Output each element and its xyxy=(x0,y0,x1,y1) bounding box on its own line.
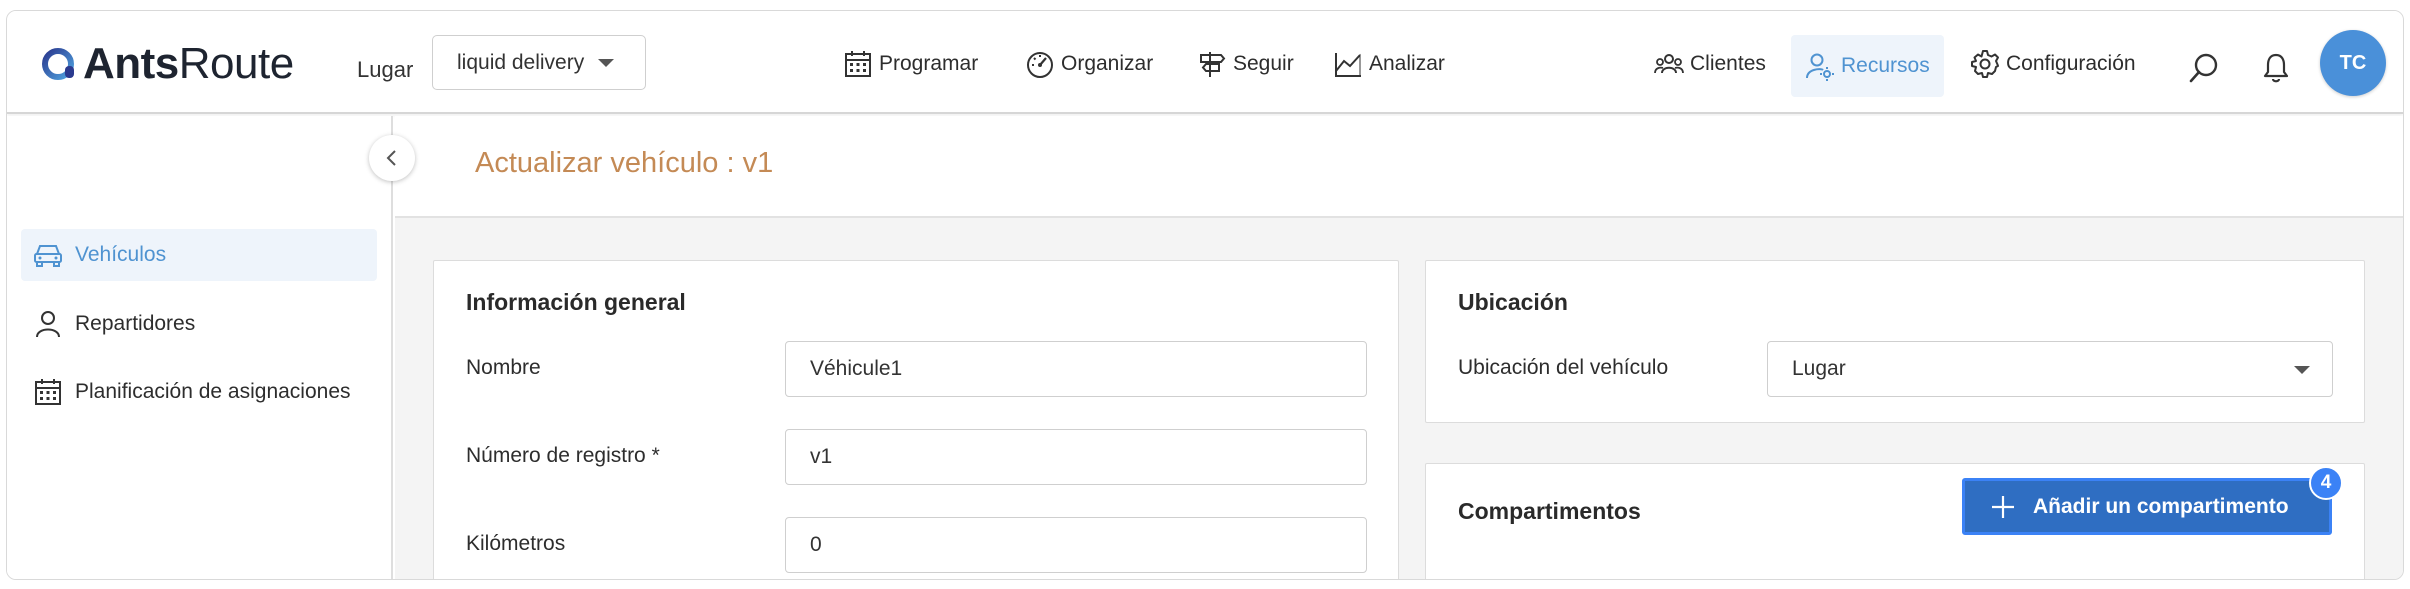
sidebar-item-label: Planificación de asignaciones xyxy=(75,380,351,403)
vehicle-location-value: Lugar xyxy=(1792,357,1846,380)
nav-programar-label: Programar xyxy=(879,52,979,75)
sidebar-item-label: Vehículos xyxy=(75,243,167,266)
sidebar-collapse-button[interactable] xyxy=(369,135,415,181)
calendar-icon xyxy=(35,379,61,405)
name-input[interactable] xyxy=(785,341,1367,397)
nav-clientes-label: Clientes xyxy=(1690,52,1766,75)
sidebar-item-label: Repartidores xyxy=(75,312,196,335)
vehicle-location-label: Ubicación del vehículo xyxy=(1458,356,1669,379)
page-header: Actualizar vehículo : v1 xyxy=(395,116,2403,218)
caret-down-icon xyxy=(2294,366,2310,374)
registration-label: Número de registro * xyxy=(466,444,660,467)
nav-recursos-label: Recursos xyxy=(1841,54,1930,77)
caret-down-icon xyxy=(598,58,615,67)
general-info-title: Información general xyxy=(466,289,686,315)
logo-icon xyxy=(41,46,77,82)
gear-icon xyxy=(1971,50,1999,78)
app-window: AntsRoute Lugar liquid delivery Programa… xyxy=(6,10,2404,580)
user-avatar[interactable]: TC xyxy=(2320,30,2386,96)
logo-text-light: Route xyxy=(178,39,294,88)
nav-organizar-label: Organizar xyxy=(1061,52,1154,75)
location-title: Ubicación xyxy=(1458,289,1568,315)
nav-recursos[interactable]: Recursos xyxy=(1791,35,1944,97)
nav-clientes[interactable]: Clientes xyxy=(1654,49,1766,79)
vehicle-location-select[interactable]: Lugar xyxy=(1767,341,2333,397)
nav-configuracion-label: Configuración xyxy=(2006,52,2136,75)
resources-icon xyxy=(1806,53,1834,81)
general-info-card: Información general Nombre Número de reg… xyxy=(433,260,1399,579)
top-bar: AntsRoute Lugar liquid delivery Programa… xyxy=(7,11,2403,114)
km-input[interactable] xyxy=(785,517,1367,573)
count-badge: 4 xyxy=(2309,466,2343,500)
registration-input[interactable] xyxy=(785,429,1367,485)
calendar-icon xyxy=(845,51,871,77)
page-title: Actualizar vehículo : v1 xyxy=(475,147,774,179)
sidebar: Vehículos Repartidores Planificación de … xyxy=(7,116,393,579)
person-icon xyxy=(36,311,60,338)
compartments-title: Compartimentos xyxy=(1458,498,1641,524)
nav-seguir-label: Seguir xyxy=(1233,52,1294,75)
location-card: Ubicación Ubicación del vehículo Lugar xyxy=(1425,260,2365,423)
name-label: Nombre xyxy=(466,356,541,379)
place-label: Lugar xyxy=(357,57,414,82)
app-logo[interactable]: AntsRoute xyxy=(41,39,294,89)
nav-analizar[interactable]: Analizar xyxy=(1333,49,1445,79)
add-compartment-label: Añadir un compartimento xyxy=(2033,494,2289,518)
km-label: Kilómetros xyxy=(466,532,566,555)
chevron-left-icon xyxy=(386,150,396,166)
nav-seguir[interactable]: Seguir xyxy=(1197,49,1294,79)
nav-organizar[interactable]: Organizar xyxy=(1025,49,1153,79)
nav-analizar-label: Analizar xyxy=(1369,52,1445,75)
add-compartment-button[interactable]: Añadir un compartimento xyxy=(1962,478,2332,535)
customers-icon xyxy=(1654,54,1684,74)
signpost-icon xyxy=(1200,52,1226,77)
plus-icon xyxy=(1992,495,2014,518)
place-select-value: liquid delivery xyxy=(457,50,585,74)
place-select[interactable]: liquid delivery xyxy=(432,35,646,90)
sidebar-item-vehiculos[interactable]: Vehículos xyxy=(21,229,377,281)
chart-icon xyxy=(1335,53,1361,77)
gauge-icon xyxy=(1027,52,1053,78)
bell-icon[interactable] xyxy=(2259,51,2293,85)
search-icon[interactable] xyxy=(2187,51,2221,85)
nav-programar[interactable]: Programar xyxy=(843,49,978,79)
sidebar-item-repartidores[interactable]: Repartidores xyxy=(21,298,377,350)
sidebar-item-planificacion[interactable]: Planificación de asignaciones xyxy=(21,366,377,418)
logo-text-bold: Ants xyxy=(83,39,179,88)
nav-configuracion[interactable]: Configuración xyxy=(1970,49,2136,79)
car-icon xyxy=(34,245,62,267)
